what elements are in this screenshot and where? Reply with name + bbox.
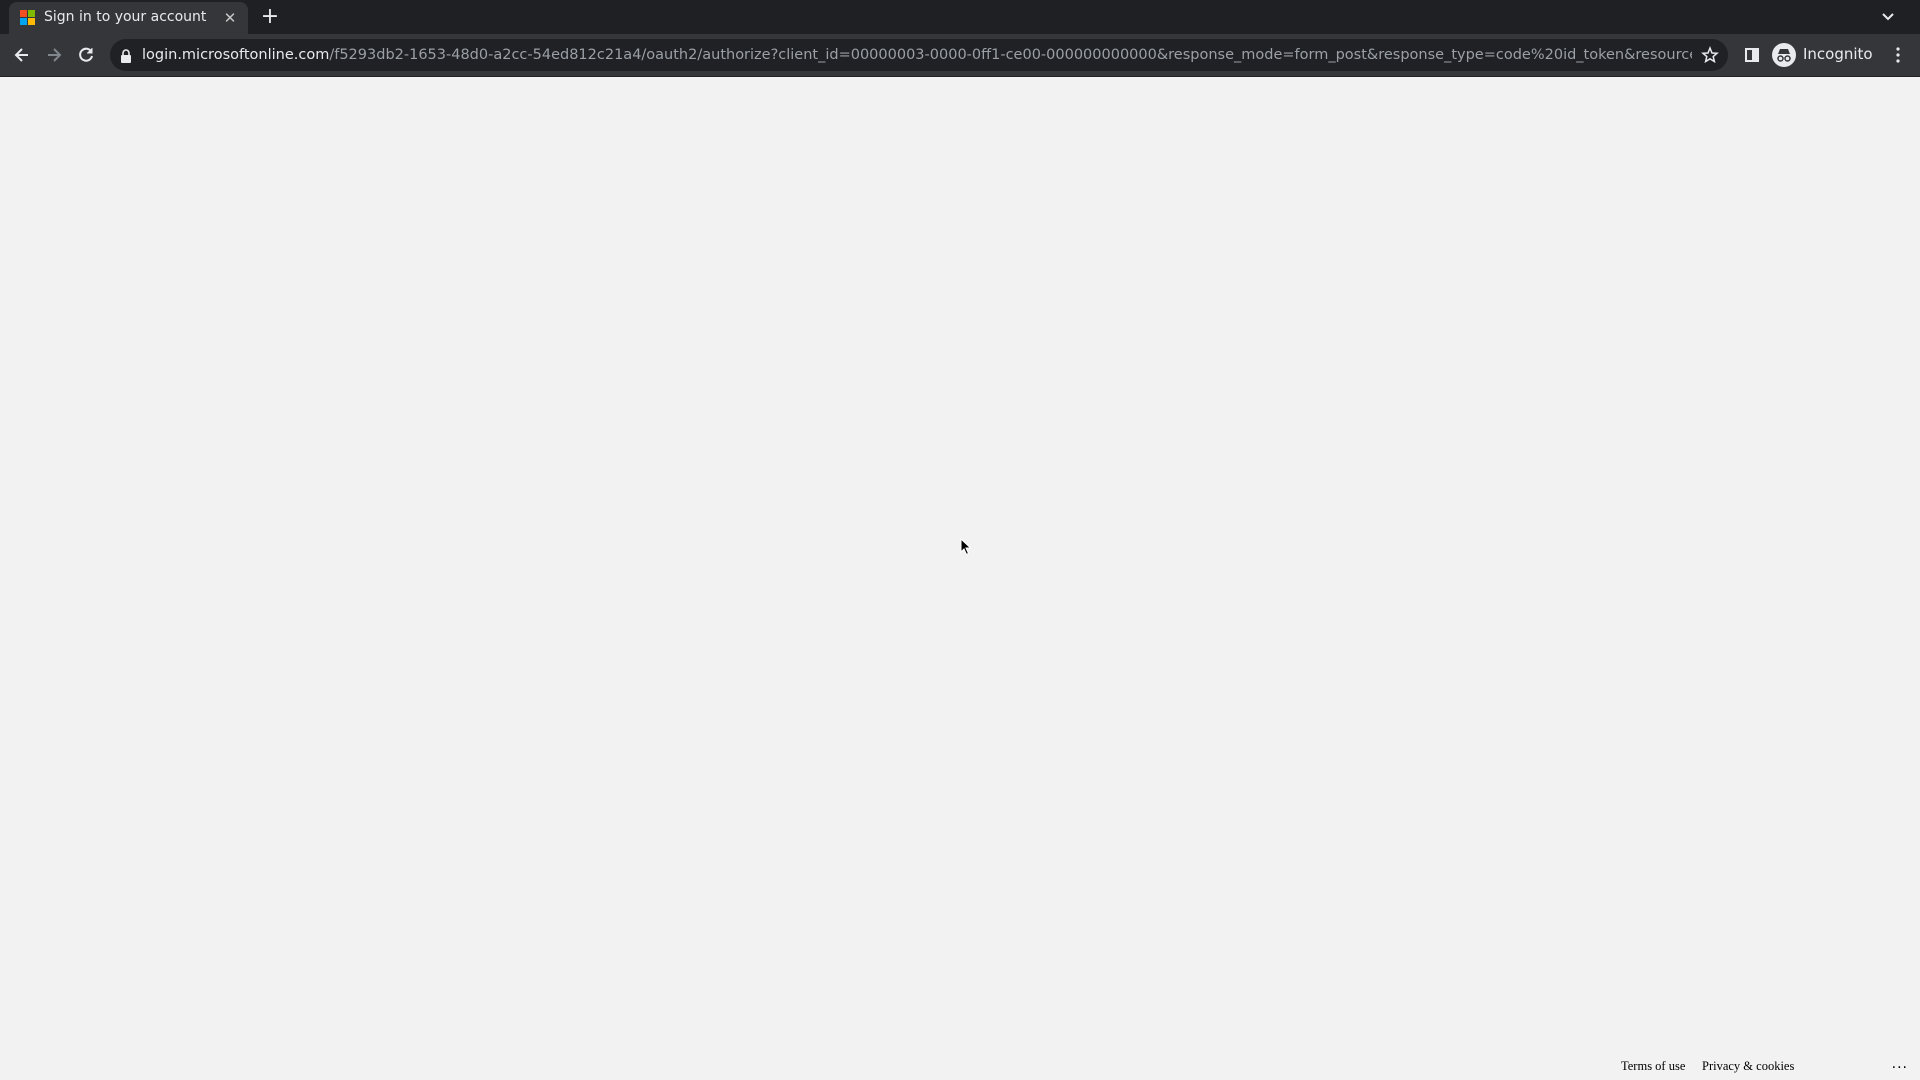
tab-close-icon[interactable]: ✕ (221, 9, 239, 27)
incognito-icon (1772, 43, 1796, 67)
privacy-cookies-link[interactable]: Privacy & cookies (1702, 1059, 1794, 1074)
url-text[interactable]: login.microsoftonline.com/f5293db2-1653-… (142, 47, 1692, 63)
tab-search-icon[interactable] (1876, 6, 1900, 28)
tab-strip: Sign in to your account ✕ + (0, 0, 1920, 34)
page-content: Terms of use Privacy & cookies ... (0, 77, 1920, 1080)
microsoft-logo-icon (20, 10, 36, 26)
tab-title: Sign in to your account (44, 9, 207, 25)
browser-menu-icon[interactable] (1884, 41, 1912, 69)
lock-icon[interactable] (120, 48, 132, 63)
url-path: /f5293db2-1653-48d0-a2cc-54ed812c21a4/oa… (329, 47, 1692, 63)
browser-window: Sign in to your account ✕ + login.micros… (0, 0, 1920, 1080)
more-options-icon[interactable]: ... (1892, 1056, 1908, 1072)
address-bar[interactable]: login.microsoftonline.com/f5293db2-1653-… (110, 39, 1728, 71)
new-tab-button[interactable]: + (258, 5, 282, 29)
incognito-profile-button[interactable]: Incognito (1768, 40, 1878, 70)
side-panel-icon[interactable] (1738, 41, 1766, 69)
reload-icon[interactable] (72, 41, 100, 69)
terms-of-use-link[interactable]: Terms of use (1621, 1059, 1685, 1074)
back-icon[interactable] (8, 41, 36, 69)
url-host: login.microsoftonline.com (142, 47, 330, 63)
forward-icon[interactable] (40, 41, 68, 69)
bookmark-star-icon[interactable] (1701, 45, 1719, 64)
tab-sign-in[interactable]: Sign in to your account ✕ (9, 2, 248, 34)
mouse-cursor-icon (960, 537, 972, 556)
incognito-label: Incognito (1803, 45, 1873, 63)
page-footer: Terms of use Privacy & cookies ... (1520, 1052, 1920, 1080)
browser-toolbar: login.microsoftonline.com/f5293db2-1653-… (0, 34, 1920, 77)
